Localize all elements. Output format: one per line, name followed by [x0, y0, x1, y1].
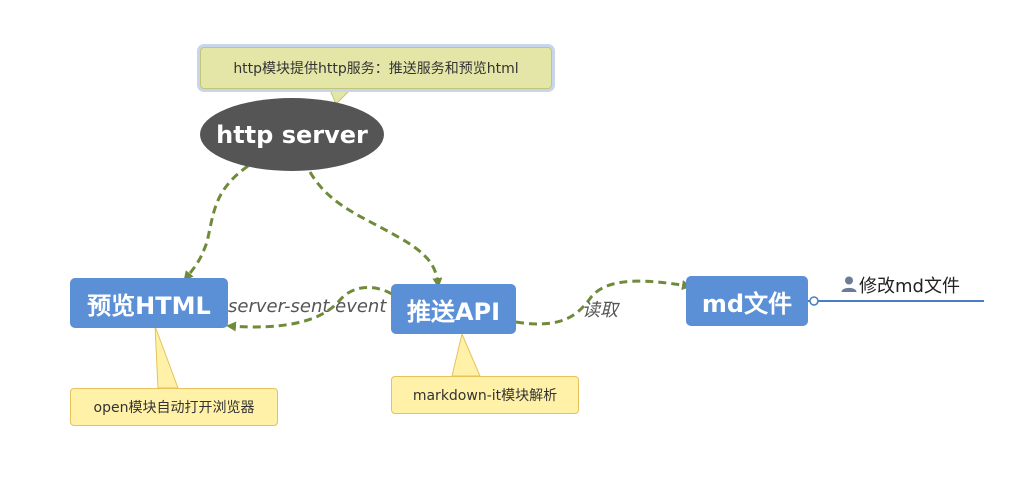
user-icon [841, 276, 857, 292]
node-preview-html-label: 预览HTML [87, 291, 211, 320]
note-preview-html: open模块自动打开浏览器 [70, 388, 278, 426]
note-http-server-text: http模块提供http服务：推送服务和预览html [233, 61, 519, 77]
subtopic-edit-md[interactable]: 修改md文件 [838, 270, 988, 298]
node-preview-html[interactable]: 预览HTML [70, 278, 228, 328]
note-pointer-preview [154, 325, 179, 389]
note-http-server: http模块提供http服务：推送服务和预览html [200, 47, 552, 89]
node-md-file-label: md文件 [701, 289, 793, 318]
note-pointer-push [451, 332, 481, 377]
note-push-api: markdown-it模块解析 [391, 376, 579, 414]
node-md-file[interactable]: md文件 [686, 276, 808, 326]
node-push-api[interactable]: 推送API [391, 284, 516, 334]
edge-label-sse: server-sent event [228, 296, 387, 317]
subtopic-edit-md-label: 修改md文件 [859, 276, 960, 297]
edge-server-to-preview [183, 164, 249, 282]
node-http-server-label: http server [216, 120, 368, 149]
node-push-api-label: 推送API [406, 297, 501, 326]
branch-collapse-dot[interactable] [809, 296, 819, 306]
edge-server-to-push [308, 171, 443, 288]
edge-label-read: 读取 [582, 300, 618, 321]
note-preview-html-text: open模块自动打开浏览器 [93, 400, 255, 416]
mind-map-canvas: http模块提供http服务：推送服务和预览html open模块自动打开浏览器… [0, 0, 1028, 478]
node-http-server[interactable]: http server [200, 98, 384, 171]
note-push-api-text: markdown-it模块解析 [412, 388, 558, 404]
